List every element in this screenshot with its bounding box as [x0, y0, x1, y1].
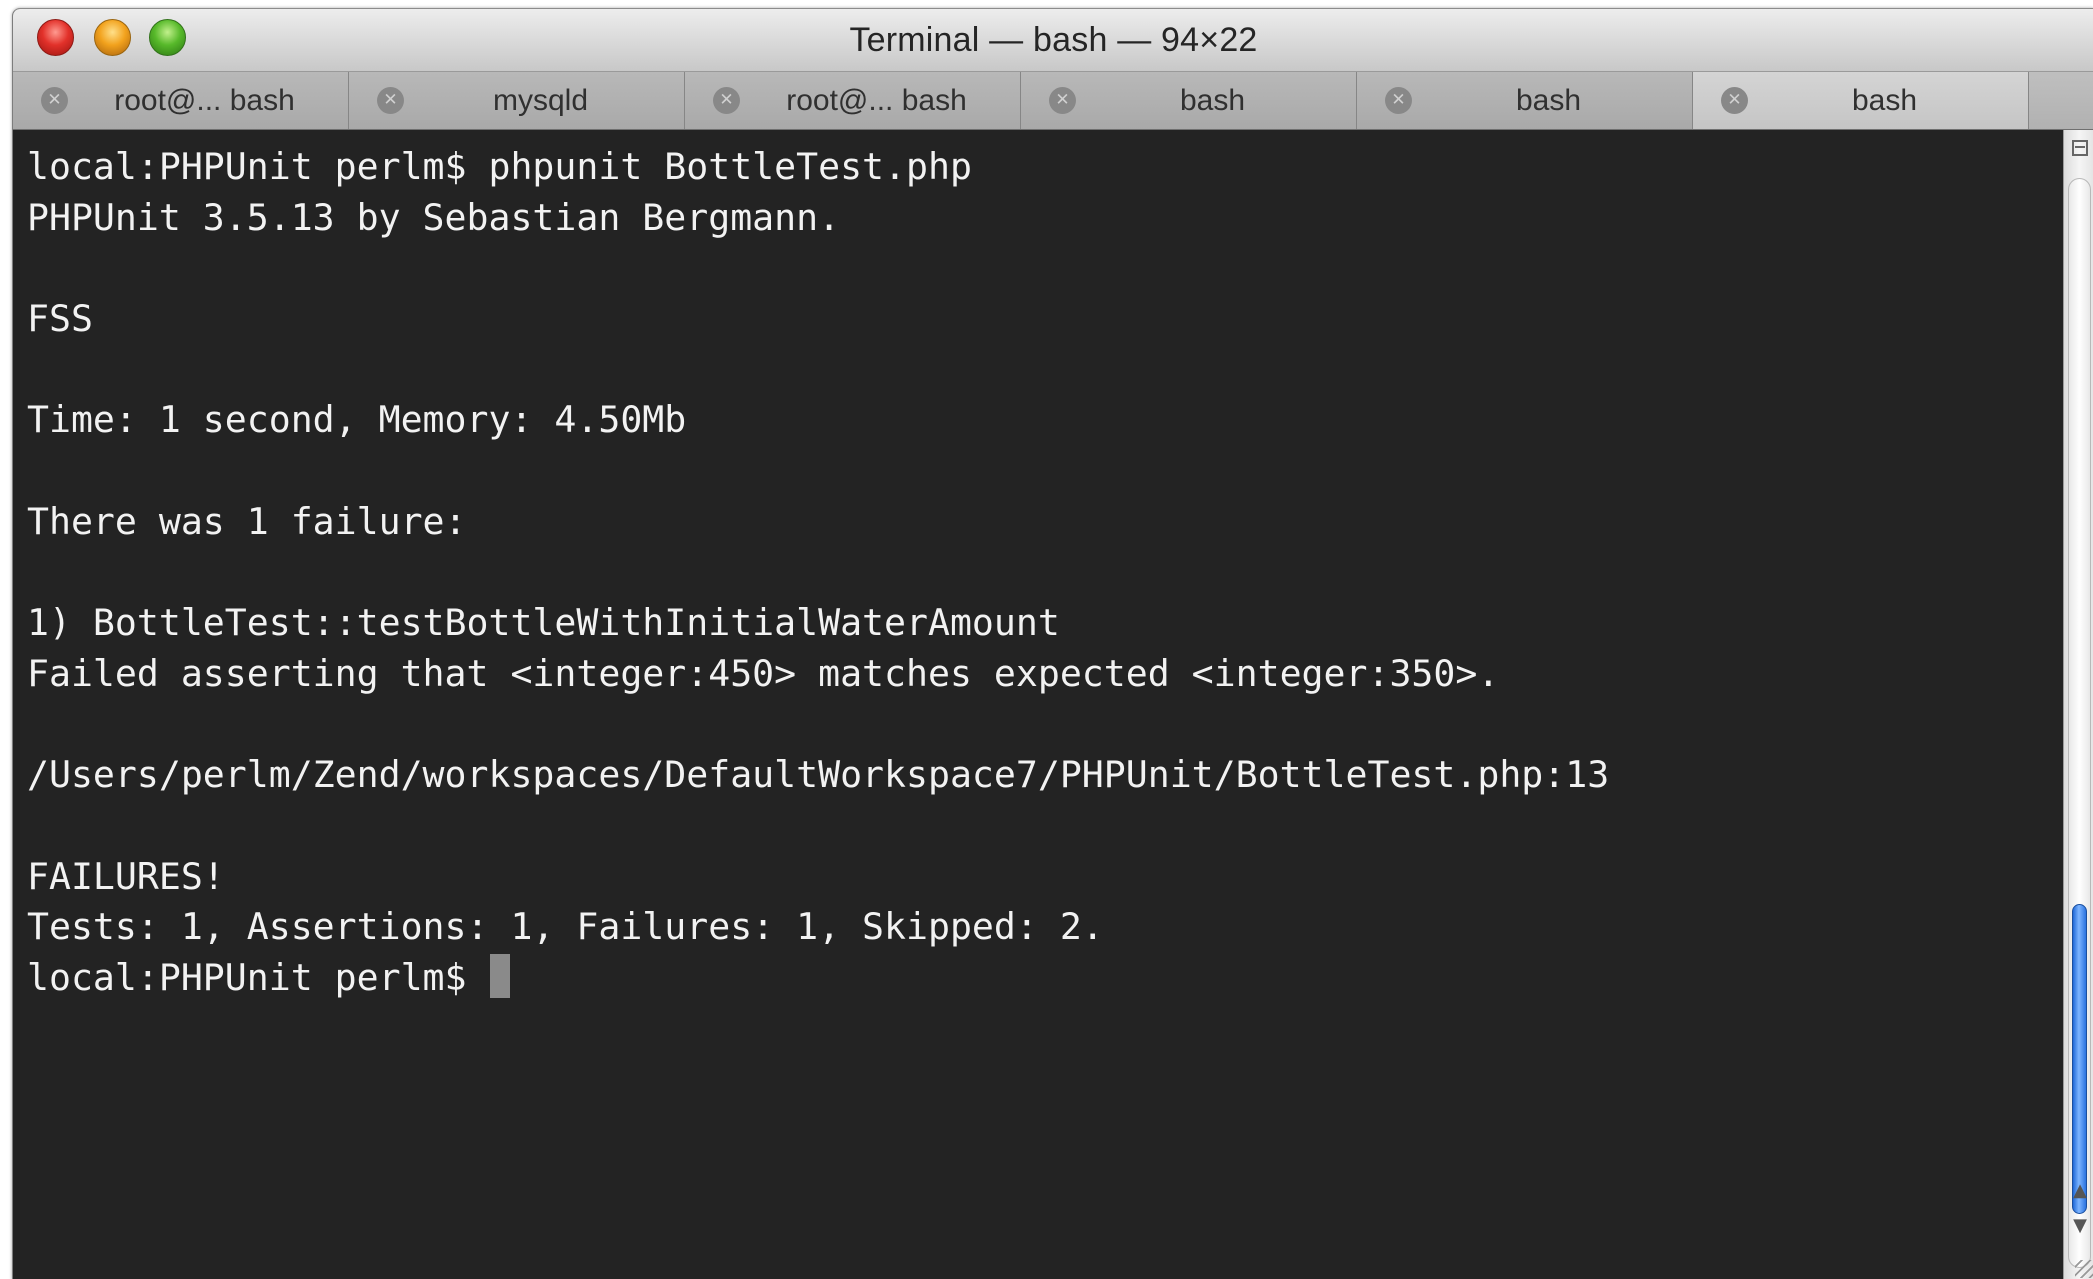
tab-label: bash: [1179, 84, 1246, 117]
terminal-window: Terminal — bash — 94×22 ✕ root@... bash …: [12, 8, 2093, 1279]
scroll-thumb[interactable]: [2072, 904, 2087, 1214]
tab-label: root@... bash: [114, 84, 295, 117]
resize-grip-icon[interactable]: [2075, 1260, 2093, 1278]
shell-prompt: local:PHPUnit perlm$: [27, 956, 489, 999]
tab-bash-1[interactable]: ✕ bash: [1021, 72, 1357, 129]
tab-close-icon[interactable]: ✕: [713, 87, 740, 114]
terminal-line: local:PHPUnit perlm$ phpunit BottleTest.…: [27, 145, 972, 188]
tab-root-bash-2[interactable]: ✕ root@... bash: [685, 72, 1021, 129]
terminal-output[interactable]: local:PHPUnit perlm$ phpunit BottleTest.…: [13, 130, 2063, 1279]
terminal-line: Time: 1 second, Memory: 4.50Mb: [27, 398, 687, 442]
tab-close-icon[interactable]: ✕: [377, 87, 404, 114]
tab-close-icon[interactable]: ✕: [1049, 87, 1076, 114]
terminal-line: FAILURES!: [27, 854, 225, 898]
prompt-line[interactable]: local:PHPUnit perlm$: [27, 953, 2063, 1004]
tab-bash-2[interactable]: ✕ bash: [1357, 72, 1693, 129]
split-pane-icon[interactable]: [2072, 140, 2088, 156]
terminal-line: /Users/perlm/Zend/workspaces/DefaultWork…: [27, 753, 1610, 797]
text-cursor: [490, 954, 511, 998]
tab-mysqld[interactable]: ✕ mysqld: [349, 72, 685, 129]
tab-root-bash-1[interactable]: ✕ root@... bash: [13, 72, 349, 129]
tab-bash-3-active[interactable]: ✕ bash: [1693, 72, 2029, 129]
tab-label: root@... bash: [786, 84, 967, 117]
tab-close-icon[interactable]: ✕: [41, 87, 68, 114]
tab-bar: ✕ root@... bash ✕ mysqld ✕ root@... bash…: [13, 72, 2093, 130]
terminal-line: FSS: [27, 297, 93, 341]
scroll-track[interactable]: [2068, 178, 2091, 1268]
tab-close-icon[interactable]: ✕: [1721, 87, 1748, 114]
vertical-scrollbar[interactable]: ▲ ▼: [2063, 130, 2093, 1279]
terminal-line: 1) BottleTest::testBottleWithInitialWate…: [27, 601, 1060, 645]
terminal-line: Tests: 1, Assertions: 1, Failures: 1, Sk…: [27, 905, 1104, 949]
window-title: Terminal — bash — 94×22: [849, 21, 1258, 59]
tab-label: bash: [1515, 84, 1582, 117]
title-bar[interactable]: Terminal — bash — 94×22: [13, 9, 2093, 72]
terminal-line: Failed asserting that <integer:450> matc…: [27, 651, 1500, 695]
scroll-down-arrow-icon[interactable]: ▼: [2070, 1215, 2090, 1237]
scroll-up-arrow-icon[interactable]: ▲: [2070, 1180, 2090, 1202]
tab-close-icon[interactable]: ✕: [1385, 87, 1412, 114]
tab-label: bash: [1851, 84, 1918, 117]
tab-label: mysqld: [492, 84, 589, 117]
terminal-line: PHPUnit 3.5.13 by Sebastian Bergmann.: [27, 195, 841, 239]
terminal-line: There was 1 failure:: [27, 499, 467, 543]
